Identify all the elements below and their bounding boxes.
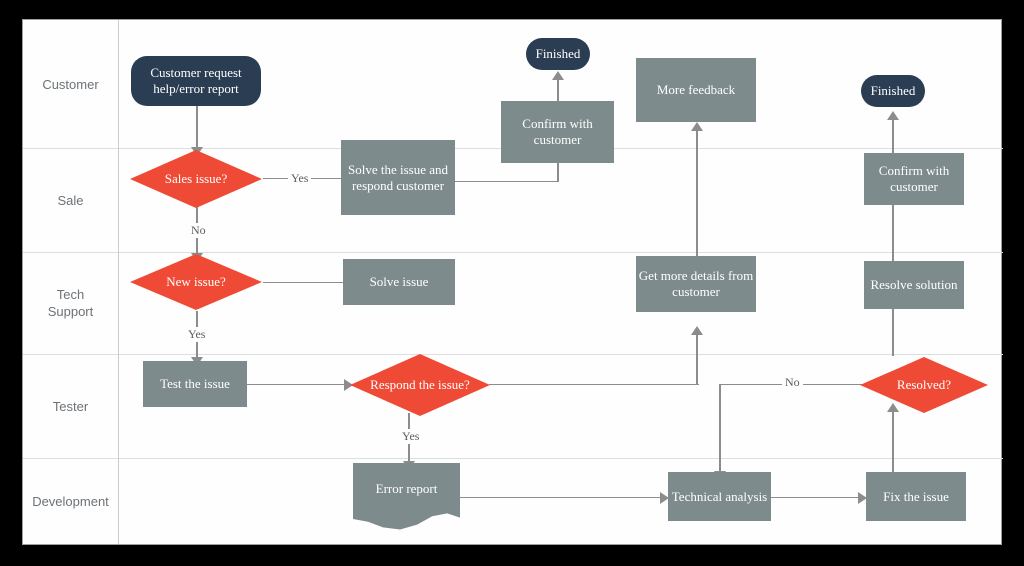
node-customer-request[interactable]: Customer request help/error report — [131, 56, 261, 106]
node-fix-the-issue[interactable]: Fix the issue — [866, 472, 966, 521]
edge-resolved-no-v — [719, 383, 721, 474]
node-more-feedback[interactable]: More feedback — [636, 58, 756, 122]
edge-technical-to-fix — [771, 496, 867, 499]
edge-request-to-sales-issue — [196, 105, 198, 150]
node-resolve-solution[interactable]: Resolve solution — [864, 261, 964, 309]
node-solve-respond[interactable]: Solve the issue and respond customer — [341, 140, 455, 215]
lane-label-tester: Tester — [52, 398, 89, 414]
node-new-issue-decision[interactable]: New issue? — [130, 254, 262, 310]
edge-respond-no-v — [696, 335, 698, 385]
edge-label-respond-yes: Yes — [399, 429, 423, 444]
lane-label-sale: Sale — [57, 192, 84, 208]
arrowhead-up — [691, 326, 703, 335]
arrowhead-up — [887, 111, 899, 120]
edge-resolved-to-resolve-solution — [892, 308, 894, 356]
node-solve-issue[interactable]: Solve issue — [343, 259, 455, 305]
diagram-canvas: Customer Sale Tech Support Tester Develo… — [0, 0, 1024, 566]
edge-fix-to-resolved — [892, 412, 894, 472]
node-confirm-with-customer-1[interactable]: Confirm with customer — [501, 101, 614, 163]
document-shape — [353, 463, 460, 530]
node-finished-customer-2[interactable]: Finished — [861, 75, 925, 107]
node-technical-analysis[interactable]: Technical analysis — [668, 472, 771, 521]
edge-new-issue-to-solve-issue — [263, 281, 355, 284]
edge-label-sales-no: No — [188, 223, 209, 238]
node-sales-issue-decision[interactable]: Sales issue? — [130, 150, 262, 208]
edge-label-sales-yes: Yes — [288, 171, 312, 186]
edge-label-resolved-no: No — [782, 375, 803, 390]
lane-label-tech-support: Tech Support — [47, 287, 94, 319]
node-label: Error report — [375, 481, 438, 496]
lane-separator-4 — [23, 458, 1003, 459]
edge-label-new-issue-yes: Yes — [185, 327, 209, 342]
lane-label-customer: Customer — [42, 76, 99, 92]
node-get-more-details[interactable]: Get more details from customer — [636, 256, 756, 312]
node-resolved-decision[interactable]: Resolved? — [860, 357, 988, 413]
edge-test-to-respond — [247, 383, 353, 386]
edge-solve-to-confirm-h — [455, 180, 559, 183]
edge-respond-no-h — [489, 383, 699, 386]
lane-label-divider — [118, 20, 119, 544]
edge-confirm-to-finished-2 — [892, 120, 894, 156]
node-confirm-with-customer-2[interactable]: Confirm with customer — [864, 153, 964, 205]
edge-details-to-more-feedback — [696, 131, 698, 275]
node-test-the-issue[interactable]: Test the issue — [143, 361, 247, 407]
swimlane-frame: Customer Sale Tech Support Tester Develo… — [22, 19, 1003, 545]
node-respond-the-issue-decision[interactable]: Respond the issue? — [350, 354, 490, 416]
arrowhead-up — [691, 122, 703, 131]
lane-label-development: Development — [32, 493, 109, 509]
node-label: Respond the issue? — [370, 377, 470, 392]
arrowhead-up — [552, 71, 564, 80]
node-label: Resolved? — [896, 377, 952, 392]
node-error-report[interactable]: Error report — [353, 463, 460, 533]
edge-error-report-to-technical — [460, 496, 668, 499]
node-label: New issue? — [166, 274, 226, 289]
lane-separator-3 — [23, 354, 1003, 355]
node-label: Sales issue? — [164, 171, 228, 186]
edge-solve-to-confirm-v — [557, 163, 559, 182]
lane-separator-2 — [23, 252, 1003, 253]
node-finished-customer-1[interactable]: Finished — [526, 38, 590, 70]
